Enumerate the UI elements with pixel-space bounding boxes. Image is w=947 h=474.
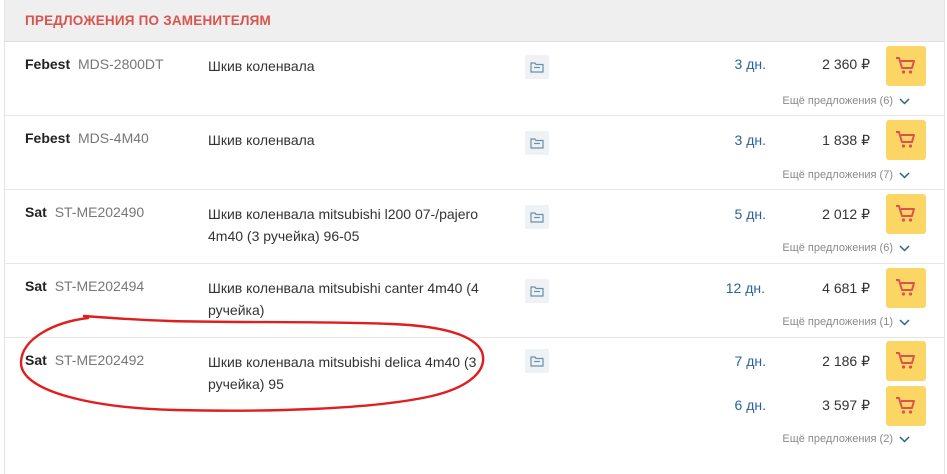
section-header: ПРЕДЛОЖЕНИЯ ПО ЗАМЕНИТЕЛЯМ <box>5 0 944 42</box>
product-row: Sat ST-ME202492 Шкив коленвала mitsubish… <box>5 338 944 458</box>
delivery-days: 5 дн. <box>734 206 766 222</box>
delivery-days: 12 дн. <box>725 280 765 296</box>
product-row: Febest MDS-2800DT Шкив коленвала 3 дн. 2… <box>5 42 944 116</box>
cart-icon <box>896 131 915 148</box>
add-to-cart-button[interactable] <box>886 194 926 234</box>
more-offers-label: Ещё предложения (2) <box>782 433 893 445</box>
chevron-down-icon <box>899 435 910 443</box>
more-offers-label: Ещё предложения (6) <box>782 95 893 107</box>
more-offers-link[interactable]: Ещё предложения (7) <box>782 169 910 181</box>
price: 2 012 ₽ <box>822 206 870 222</box>
add-to-cart-button[interactable] <box>886 341 926 381</box>
delivery-days: 7 дн. <box>734 353 766 369</box>
chevron-down-icon <box>899 318 910 326</box>
add-to-cart-button[interactable] <box>886 46 926 86</box>
add-to-cart-button[interactable] <box>886 120 926 160</box>
offer-line: 3 дн. 1 838 ₽ <box>5 120 946 160</box>
more-offers-link[interactable]: Ещё предложения (6) <box>782 95 910 107</box>
product-row: Sat ST-ME202494 Шкив коленвала mitsubish… <box>5 264 944 338</box>
add-to-cart-button[interactable] <box>886 386 926 426</box>
price: 2 186 ₽ <box>822 353 870 369</box>
price: 4 681 ₽ <box>822 280 870 296</box>
product-row: Sat ST-ME202490 Шкив коленвала mitsubish… <box>5 190 944 264</box>
offer-line: 7 дн. 2 186 ₽ <box>5 341 946 381</box>
offer-line: 3 дн. 2 360 ₽ <box>5 46 946 86</box>
cart-icon <box>896 397 915 414</box>
offer-line: 6 дн. 3 597 ₽ <box>5 386 946 426</box>
add-to-cart-button[interactable] <box>886 268 926 308</box>
delivery-days: 6 дн. <box>734 397 766 413</box>
cart-icon <box>896 279 915 296</box>
cart-icon <box>896 57 915 74</box>
delivery-days: 3 дн. <box>734 132 766 148</box>
more-offers-label: Ещё предложения (1) <box>782 316 893 328</box>
section-title: ПРЕДЛОЖЕНИЯ ПО ЗАМЕНИТЕЛЯМ <box>25 13 271 28</box>
more-offers-link[interactable]: Ещё предложения (1) <box>782 316 910 328</box>
offer-line: 12 дн. 4 681 ₽ <box>5 268 946 308</box>
more-offers-label: Ещё предложения (7) <box>782 169 893 181</box>
cart-icon <box>896 205 915 222</box>
price: 2 360 ₽ <box>822 56 870 72</box>
more-offers-label: Ещё предложения (6) <box>782 242 893 254</box>
chevron-down-icon <box>899 97 910 105</box>
price: 1 838 ₽ <box>822 132 870 148</box>
delivery-days: 3 дн. <box>734 56 766 72</box>
price: 3 597 ₽ <box>822 397 870 413</box>
cart-icon <box>896 352 915 369</box>
product-row: Febest MDS-4M40 Шкив коленвала 3 дн. 1 8… <box>5 116 944 190</box>
chevron-down-icon <box>899 244 910 252</box>
more-offers-link[interactable]: Ещё предложения (6) <box>782 242 910 254</box>
more-offers-link[interactable]: Ещё предложения (2) <box>782 433 910 445</box>
offer-line: 5 дн. 2 012 ₽ <box>5 194 946 234</box>
substitutes-panel: ПРЕДЛОЖЕНИЯ ПО ЗАМЕНИТЕЛЯМ Febest MDS-28… <box>4 0 945 474</box>
chevron-down-icon <box>899 171 910 179</box>
